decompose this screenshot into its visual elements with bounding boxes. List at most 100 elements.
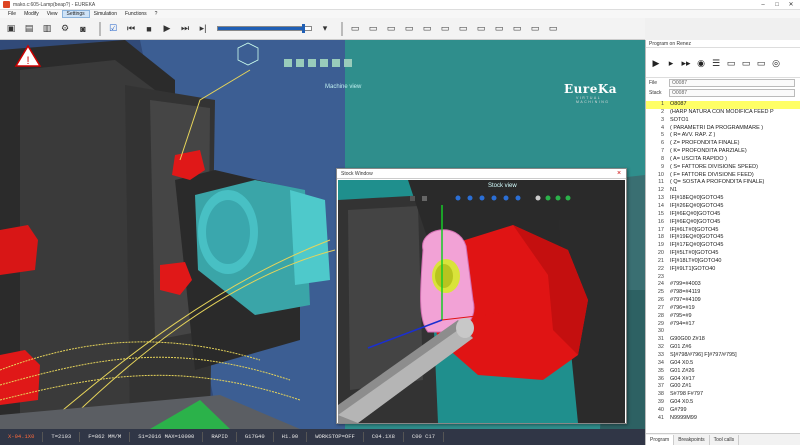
- code-line[interactable]: 22 IF[#9LT1]GOTO40: [646, 266, 800, 274]
- stack-field[interactable]: O0087: [669, 89, 795, 97]
- code-line[interactable]: 12 N1: [646, 187, 800, 195]
- code-line[interactable]: 27 #796=#19: [646, 305, 800, 313]
- tab-breakpoints[interactable]: Breakpoints: [674, 434, 710, 445]
- code-line[interactable]: 11 ( Q= SOSTA A PROFONDITA FINALE): [646, 179, 800, 187]
- code-line[interactable]: 8 ( A= USCITA RAPIDO ): [646, 156, 800, 164]
- settings-icon[interactable]: ⚙: [58, 22, 72, 36]
- line-number: 11: [658, 179, 664, 186]
- play-icon[interactable]: ▶: [160, 22, 174, 36]
- doc-icon[interactable]: ▭: [456, 22, 470, 36]
- code-line[interactable]: 32 G01 Z#6: [646, 344, 800, 352]
- minimize-button[interactable]: –: [756, 0, 770, 10]
- code-line[interactable]: 21 IF[#18LT#0]GOTO40: [646, 258, 800, 266]
- doc-icon[interactable]: ▭: [474, 22, 488, 36]
- step-over-icon[interactable]: ▸▸: [680, 57, 692, 69]
- doc-icon[interactable]: ▭: [510, 22, 524, 36]
- folder-open-icon[interactable]: ▣: [4, 22, 18, 36]
- code-line[interactable]: 38 S#798 F#797: [646, 391, 800, 399]
- code-line[interactable]: 10 ( F= FATTORE DIVISIONE FEED): [646, 172, 800, 180]
- target-icon[interactable]: ◎: [770, 57, 782, 69]
- slider-handle[interactable]: [301, 24, 305, 33]
- save-icon[interactable]: ▤: [22, 22, 36, 36]
- code-line[interactable]: 40 G#799: [646, 407, 800, 415]
- print-icon[interactable]: ▥: [40, 22, 54, 36]
- code-line[interactable]: 17 IF[#6LT#0]GOTO45: [646, 227, 800, 235]
- stock-view[interactable]: Stock view: [338, 180, 625, 423]
- code-line[interactable]: 25 #798=#4119: [646, 289, 800, 297]
- code-line[interactable]: 31 G90G00 Z#18: [646, 336, 800, 344]
- stock-window-titlebar[interactable]: Stock Window ×: [337, 169, 626, 179]
- tab-tool-calls[interactable]: Tool calls: [710, 434, 740, 445]
- check-icon[interactable]: ☑: [106, 22, 120, 36]
- play-icon[interactable]: ▶: [650, 57, 662, 69]
- doc-icon[interactable]: ▭: [755, 57, 767, 69]
- fast-forward-icon[interactable]: ⏭: [178, 22, 192, 36]
- doc-icon[interactable]: ▭: [546, 22, 560, 36]
- code-line[interactable]: 3 SOTO1: [646, 117, 800, 125]
- breakpoint-icon[interactable]: ◉: [695, 57, 707, 69]
- code-line[interactable]: 13 IF[#18EQ#0]GOTO45: [646, 195, 800, 203]
- camera-icon[interactable]: ◙: [76, 22, 90, 36]
- menu-item-settings[interactable]: Settings: [61, 10, 90, 18]
- close-button[interactable]: ✕: [784, 0, 798, 10]
- code-line[interactable]: 2 (HARP NATURA CON MODIFICA FEED P: [646, 109, 800, 117]
- doc-icon[interactable]: ▭: [740, 57, 752, 69]
- code-line[interactable]: 16 IF[#6EQ#0]GOTO45: [646, 219, 800, 227]
- menu-item-view[interactable]: View: [43, 10, 62, 18]
- doc-icon[interactable]: ▭: [366, 22, 380, 36]
- line-number: 13: [657, 195, 664, 202]
- code-line[interactable]: 39 G04 X0.5: [646, 399, 800, 407]
- stop-icon[interactable]: ■: [142, 22, 156, 36]
- menu-item-functions[interactable]: Functions: [121, 10, 151, 18]
- code-line[interactable]: 26 #797=#4109: [646, 297, 800, 305]
- stock-window[interactable]: Stock Window × Stock view: [336, 168, 627, 424]
- code-line-current[interactable]: 1 O8087: [646, 101, 800, 109]
- code-line[interactable]: 14 IF[#26EQ#0]GOTO45: [646, 203, 800, 211]
- code-line[interactable]: 4 ( PARAMETRI DA PROGRAMMARE ): [646, 125, 800, 133]
- menu-item--[interactable]: ?: [151, 10, 162, 18]
- step-into-icon[interactable]: ▸: [665, 57, 677, 69]
- code-listing[interactable]: 1 O8087 2 (HARP NATURA CON MODIFICA FEED P 3…: [646, 100, 800, 429]
- code-line[interactable]: 7 ( K= PROFONDITA PARZIALE): [646, 148, 800, 156]
- code-line[interactable]: 20 IF[#5LT#0]GOTO45: [646, 250, 800, 258]
- doc-icon[interactable]: ▭: [402, 22, 416, 36]
- doc-icon[interactable]: ▭: [384, 22, 398, 36]
- doc-icon[interactable]: ▭: [438, 22, 452, 36]
- rewind-icon[interactable]: ⏮: [124, 22, 138, 36]
- doc-icon[interactable]: ▭: [725, 57, 737, 69]
- menu-item-simulation[interactable]: Simulation: [90, 10, 121, 18]
- close-icon[interactable]: ×: [615, 169, 623, 178]
- menu-item-modify[interactable]: Modify: [20, 10, 43, 18]
- code-line[interactable]: 28 #795=#9: [646, 313, 800, 321]
- file-field[interactable]: O0087: [669, 79, 795, 87]
- file-label: File: [649, 80, 658, 86]
- tab-program[interactable]: Program: [646, 434, 675, 445]
- doc-icon[interactable]: ▭: [420, 22, 434, 36]
- code-line[interactable]: 35 G01 Z#26: [646, 368, 800, 376]
- step-icon[interactable]: ▸|: [196, 22, 210, 36]
- list-icon[interactable]: ☰: [710, 57, 722, 69]
- code-line[interactable]: 9 ( S= FATTORE DIVISIONE SPEED): [646, 164, 800, 172]
- code-line[interactable]: 15 IF[#6EQ#0]GOTO45: [646, 211, 800, 219]
- code-line[interactable]: 30: [646, 328, 800, 336]
- doc-icon[interactable]: ▭: [528, 22, 542, 36]
- code-line[interactable]: 41 N9999M99: [646, 415, 800, 423]
- doc-icon[interactable]: ▭: [492, 22, 506, 36]
- code-line[interactable]: 24 #799=#4003: [646, 281, 800, 289]
- dropdown-icon[interactable]: ▾: [318, 22, 332, 36]
- code-line[interactable]: 23: [646, 274, 800, 282]
- code-line[interactable]: 5 ( R= AVV. RAP. Z ): [646, 132, 800, 140]
- code-line[interactable]: 29 #794=#17: [646, 321, 800, 329]
- code-line[interactable]: 6 ( Z= PROFONDITA FINALE): [646, 140, 800, 148]
- code-line[interactable]: 19 IF[#17EQ#0]GOTO45: [646, 242, 800, 250]
- menu-item-file[interactable]: File: [4, 10, 20, 18]
- code-line[interactable]: 37 G00 Z#1: [646, 383, 800, 391]
- code-line[interactable]: 18 IF[#19EQ#0]GOTO45: [646, 234, 800, 242]
- doc-icon[interactable]: ▭: [348, 22, 362, 36]
- code-line[interactable]: 33 S[#798/#796] F[#797/#795]: [646, 352, 800, 360]
- code-line[interactable]: 34 G04 X0.5: [646, 360, 800, 368]
- code-line[interactable]: 36 G04 X#17: [646, 376, 800, 384]
- machine-viewport[interactable]: ! Machine view EureKa VIRTUAL MACHINING …: [0, 40, 645, 429]
- maximize-button[interactable]: □: [770, 0, 784, 10]
- simulation-speed-slider[interactable]: [217, 24, 312, 33]
